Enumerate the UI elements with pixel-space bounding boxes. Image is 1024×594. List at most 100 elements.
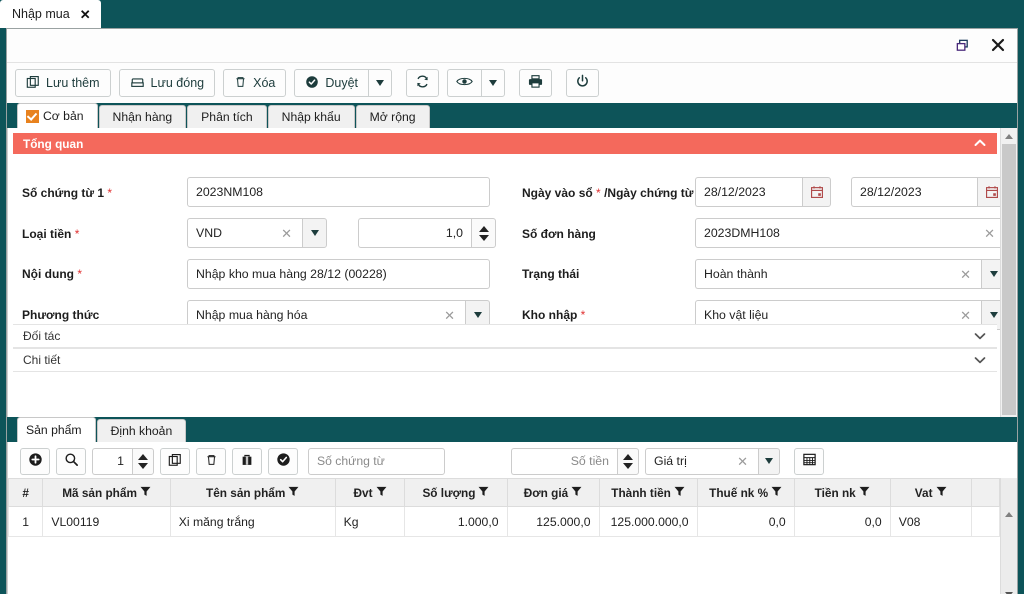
col-ten-san-pham[interactable]: Tên sản phẩm	[169, 478, 336, 507]
col-dvt[interactable]: Đvt	[334, 478, 406, 507]
loai-tien-combobox[interactable]: VND ✕	[187, 218, 327, 248]
col-vat[interactable]: Vat	[889, 478, 972, 507]
ngay-chung-tu-input[interactable]: 28/12/2023	[851, 177, 977, 207]
scroll-thumb[interactable]	[1002, 144, 1016, 415]
filter-icon[interactable]	[859, 486, 870, 500]
table-row[interactable]: 1 VL00119 Xi măng trắng Kg 1.000,0 125.0…	[8, 506, 1000, 537]
cell-ten-san-pham[interactable]: Xi măng trắng	[169, 506, 336, 537]
section-chi-tiet[interactable]: Chi tiết	[13, 348, 997, 372]
grid-delete-button[interactable]	[196, 447, 226, 475]
filter-icon[interactable]	[140, 486, 151, 500]
col-tien-nk[interactable]: Tiền nk	[793, 478, 891, 507]
save-add-button[interactable]: Lưu thêm	[15, 69, 111, 97]
chevron-down-icon[interactable]	[973, 330, 987, 345]
tab-nhap-khau[interactable]: Nhập khẩu	[267, 105, 355, 128]
section-header-tong-quan[interactable]: Tổng quan	[13, 133, 997, 154]
save-close-button[interactable]: Lưu đóng	[118, 69, 216, 97]
approve-button[interactable]: Duyệt	[294, 69, 369, 97]
so-don-hang-input[interactable]: 2023DMH108 ✕	[695, 218, 1006, 248]
clear-icon[interactable]: ✕	[982, 227, 997, 240]
chevron-down-icon[interactable]	[138, 462, 148, 469]
filter-icon[interactable]	[674, 486, 685, 500]
filter-icon[interactable]	[771, 486, 782, 500]
so-tien-spinner[interactable]: Số tiền	[511, 447, 639, 475]
grid-calculator-button[interactable]	[794, 447, 824, 475]
tab-phan-tich[interactable]: Phân tích	[187, 105, 267, 128]
calendar-icon[interactable]	[802, 177, 831, 207]
cell-thue-nk[interactable]: 0,0	[696, 506, 795, 537]
tab-mo-rong[interactable]: Mở rộng	[355, 105, 430, 128]
gia-tri-dropdown-button[interactable]	[758, 447, 780, 475]
filter-icon[interactable]	[936, 486, 947, 500]
form-vertical-scrollbar[interactable]	[1000, 128, 1017, 417]
loai-tien-dropdown-button[interactable]	[302, 218, 327, 248]
tab-dinh-khoan[interactable]: Định khoản	[96, 419, 187, 442]
chevron-up-icon[interactable]	[973, 137, 987, 152]
delete-button[interactable]: Xóa	[223, 69, 287, 97]
scroll-up-icon[interactable]	[1001, 128, 1017, 144]
chevron-up-icon[interactable]	[478, 225, 489, 232]
grid-search-button[interactable]	[56, 447, 86, 475]
clear-icon[interactable]: ✕	[958, 268, 973, 281]
noi-dung-input[interactable]: Nhập kho mua hàng 28/12 (00228)	[187, 259, 490, 289]
cell-so-luong[interactable]: 1.000,0	[404, 506, 508, 537]
trang-thai-combobox[interactable]: Hoàn thành ✕	[695, 259, 1006, 289]
clear-icon[interactable]: ✕	[442, 309, 457, 322]
chevron-down-icon[interactable]	[623, 462, 633, 469]
row-count-input[interactable]: 1	[92, 447, 132, 475]
col-don-gia[interactable]: Đơn giá	[506, 478, 600, 507]
ty-gia-stepper[interactable]	[471, 218, 496, 248]
cell-tien-nk[interactable]: 0,0	[793, 506, 891, 537]
close-icon[interactable]: ✕	[80, 8, 91, 21]
row-count-spinner[interactable]: 1	[92, 447, 154, 475]
power-button[interactable]	[566, 69, 600, 97]
so-chung-tu-search-input[interactable]: Số chứng từ	[308, 447, 445, 475]
clear-icon[interactable]: ✕	[735, 455, 750, 468]
ngay-vao-so-input[interactable]: 28/12/2023	[695, 177, 802, 207]
view-button[interactable]	[447, 69, 482, 97]
ty-gia-spinner[interactable]: 1,0	[358, 218, 496, 248]
so-chung-tu-input[interactable]: 2023NM108	[187, 177, 490, 207]
cell-ma-san-pham[interactable]: VL00119	[42, 506, 171, 537]
refresh-button[interactable]	[406, 69, 440, 97]
print-button[interactable]	[519, 69, 553, 97]
col-thanh-tien[interactable]: Thành tiền	[598, 478, 698, 507]
clear-icon[interactable]: ✕	[279, 227, 294, 240]
col-so-luong[interactable]: Số lượng	[404, 478, 508, 507]
so-tien-input[interactable]: Số tiền	[511, 447, 617, 475]
section-doi-tac[interactable]: Đối tác	[13, 324, 997, 348]
tab-san-pham[interactable]: Sản phẩm	[17, 417, 96, 442]
loai-tien-input[interactable]: VND ✕	[187, 218, 302, 248]
document-tab-nhap-mua[interactable]: Nhập mua ✕	[0, 0, 101, 28]
close-window-icon[interactable]	[987, 34, 1009, 56]
filter-icon[interactable]	[376, 486, 387, 500]
cell-vat[interactable]: V08	[889, 506, 972, 537]
col-ma-san-pham[interactable]: Mã sản phẩm	[42, 478, 171, 507]
grid-vertical-scrollbar[interactable]	[1000, 478, 1017, 594]
clear-icon[interactable]: ✕	[958, 309, 973, 322]
filter-icon[interactable]	[478, 486, 489, 500]
grid-briefcase-button[interactable]	[232, 447, 262, 475]
view-dropdown-button[interactable]	[481, 69, 506, 97]
scroll-down-icon[interactable]	[1001, 586, 1017, 594]
row-count-stepper[interactable]	[132, 447, 154, 475]
restore-window-icon[interactable]	[951, 34, 973, 56]
tab-nhan-hang[interactable]: Nhận hàng	[98, 105, 187, 128]
ngay-chung-tu-datepicker[interactable]: 28/12/2023	[851, 177, 1006, 207]
cell-thanh-tien[interactable]: 125.000.000,0	[598, 506, 698, 537]
so-tien-stepper[interactable]	[617, 447, 639, 475]
tab-co-ban[interactable]: Cơ bản	[17, 103, 98, 128]
chevron-down-icon[interactable]	[478, 234, 489, 241]
filter-icon[interactable]	[571, 486, 582, 500]
cell-don-gia[interactable]: 125.000,0	[506, 506, 600, 537]
filter-icon[interactable]	[288, 486, 299, 500]
ty-gia-input[interactable]: 1,0	[358, 218, 471, 248]
ngay-vao-so-datepicker[interactable]: 28/12/2023	[695, 177, 831, 207]
chevron-up-icon[interactable]	[138, 453, 148, 460]
col-index[interactable]: #	[8, 478, 44, 507]
cell-dvt[interactable]: Kg	[334, 506, 406, 537]
col-thue-nk[interactable]: Thuế nk %	[696, 478, 795, 507]
chevron-up-icon[interactable]	[623, 453, 633, 460]
gia-tri-input[interactable]: Giá trị ✕	[645, 447, 758, 475]
grid-copy-button[interactable]	[160, 447, 190, 475]
